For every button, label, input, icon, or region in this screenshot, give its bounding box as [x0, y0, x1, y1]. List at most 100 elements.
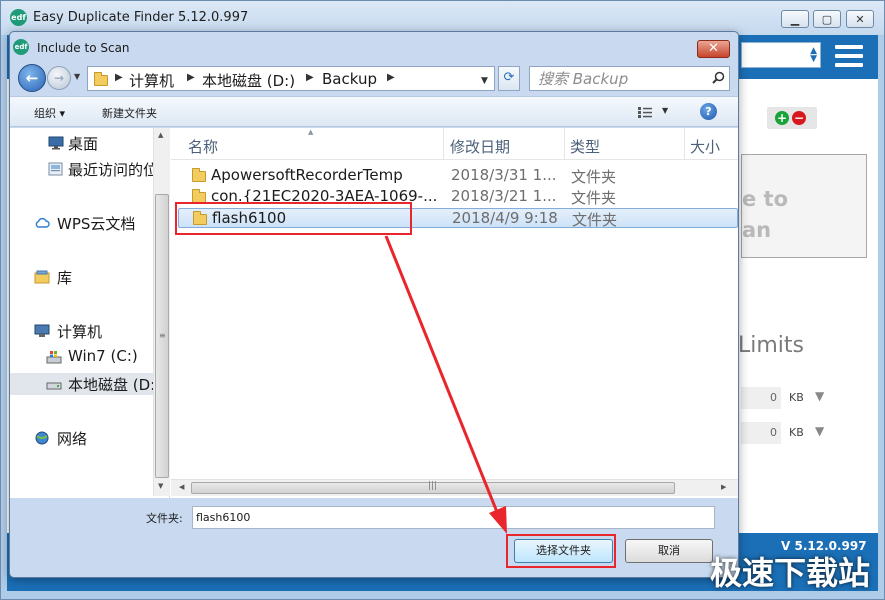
min-size-input[interactable]: 0 — [741, 387, 781, 409]
search-input[interactable] — [530, 67, 708, 90]
desktop-icon — [48, 136, 64, 150]
history-dropdown-icon[interactable]: ▼ — [74, 72, 80, 81]
remove-icon[interactable]: − — [792, 111, 806, 125]
max-size-input[interactable]: 0 — [741, 422, 781, 444]
scroll-down-icon[interactable]: ▼ — [158, 482, 163, 490]
max-size-row: 0 KB ▼ — [741, 422, 861, 444]
folder-field[interactable] — [192, 506, 715, 529]
min-size-row: 0 KB ▼ — [741, 387, 861, 409]
spinner-arrows-icon: ▲ ▼ — [810, 46, 817, 64]
app-maximize-button[interactable]: ▢ — [813, 10, 841, 28]
column-divider[interactable] — [443, 128, 444, 160]
nav-item-desktop[interactable]: 桌面 — [10, 132, 154, 154]
address-dropdown-icon[interactable]: ▼ — [481, 76, 488, 86]
drop-panel[interactable]: e to an — [741, 154, 867, 258]
view-dropdown-icon[interactable]: ▼ — [662, 106, 668, 115]
column-divider[interactable] — [564, 128, 565, 160]
grip-icon: ||| — [428, 481, 438, 491]
nav-item-drive-d[interactable]: 本地磁盘 (D:) — [10, 373, 154, 395]
grip-icon: ≡ — [159, 331, 166, 340]
computer-icon — [34, 324, 50, 337]
breadcrumb-separator-icon[interactable]: ▶ — [306, 72, 314, 83]
column-header-modified[interactable]: 修改日期 — [450, 136, 510, 157]
cloud-icon — [35, 217, 50, 228]
new-folder-button[interactable]: 新建文件夹 — [102, 105, 157, 121]
column-header-size[interactable]: 大小 — [690, 136, 720, 157]
nav-item-win7-c[interactable]: Win7 (C:) — [10, 346, 154, 368]
scroll-left-icon[interactable]: ◀ — [179, 483, 184, 491]
column-header-type[interactable]: 类型 — [570, 136, 600, 157]
dialog-titlebar: edf Include to Scan ✕ — [10, 32, 738, 62]
maximize-icon: ▢ — [821, 12, 833, 26]
file-type: 文件夹 — [572, 211, 618, 229]
highlight-selected-folder — [175, 202, 412, 235]
scroll-up-icon[interactable]: ▲ — [158, 131, 163, 139]
scroll-thumb[interactable]: ≡ — [155, 194, 169, 478]
app-minimize-button[interactable]: ▁ — [781, 10, 809, 28]
min-unit-dropdown-icon[interactable]: ▼ — [815, 389, 824, 403]
nav-item-label: 库 — [57, 269, 73, 287]
dialog-logo: edf — [13, 39, 29, 55]
nav-item-network[interactable]: 网络 — [10, 427, 154, 449]
add-remove-group: + − — [767, 107, 817, 129]
nav-item-label: WPS云文档 — [57, 215, 136, 233]
file-modified: 2018/3/31 1... — [451, 166, 557, 184]
nav-item-computer[interactable]: 计算机 — [10, 320, 154, 342]
column-header-name[interactable]: 名称 — [188, 136, 218, 157]
breadcrumb-separator-icon[interactable]: ▶ — [187, 72, 195, 83]
file-type: 文件夹 — [571, 189, 617, 207]
address-bar[interactable]: ▶ 计算机 ▶ 本地磁盘 (D:) ▶ Backup ▶ ▼ — [87, 66, 495, 91]
nav-item-label: 本地磁盘 (D:) — [68, 376, 154, 394]
add-icon[interactable]: + — [775, 111, 789, 125]
column-divider[interactable] — [684, 128, 685, 160]
app-logo: edf — [10, 9, 27, 26]
folder-icon — [192, 168, 206, 182]
nav-item-label: 网络 — [57, 430, 88, 448]
min-size-unit: KB — [789, 391, 804, 404]
max-unit-dropdown-icon[interactable]: ▼ — [815, 424, 824, 438]
organize-menu[interactable]: 组织 ▾ — [34, 105, 65, 121]
refresh-button[interactable]: ⟳ — [498, 66, 520, 91]
menu-icon[interactable] — [835, 45, 863, 67]
breadcrumb-computer[interactable]: 计算机 — [129, 70, 174, 91]
breadcrumb-drive-d[interactable]: 本地磁盘 (D:) — [202, 70, 295, 91]
nav-pane-scrollbar[interactable]: ▲ ≡ ▼ — [153, 128, 170, 496]
nav-item-label: 计算机 — [57, 323, 103, 341]
file-row[interactable]: ApowersoftRecorderTemp 2018/3/31 1... 文件… — [178, 166, 738, 186]
breadcrumb-backup[interactable]: Backup — [322, 70, 377, 88]
recent-places-icon — [48, 162, 63, 176]
app-title: Easy Duplicate Finder 5.12.0.997 — [33, 10, 249, 25]
command-toolbar: 组织 ▾ 新建文件夹 ▼ ? — [10, 96, 738, 127]
scroll-thumb[interactable]: ||| — [191, 481, 675, 494]
file-list-pane: ▲ 名称 修改日期 类型 大小 ApowersoftRecorderTemp 2… — [171, 128, 738, 498]
highlight-select-button — [506, 534, 616, 568]
dialog-close-button[interactable]: ✕ — [697, 40, 730, 58]
file-type: 文件夹 — [571, 168, 617, 186]
max-size-unit: KB — [789, 426, 804, 439]
breadcrumb-separator-icon[interactable]: ▶ — [115, 72, 123, 83]
nav-item-label: 最近访问的位置 — [68, 161, 154, 179]
nav-item-label: 桌面 — [68, 135, 99, 153]
search-icon[interactable] — [712, 71, 725, 84]
limits-heading: Limits — [738, 333, 804, 358]
navigation-bar: ← → ▼ ▶ 计算机 ▶ 本地磁盘 (D:) ▶ Backup ▶ ▼ ⟳ — [10, 62, 738, 95]
cancel-button[interactable]: 取消 — [625, 539, 713, 563]
nav-item-libraries[interactable]: 库 — [10, 266, 154, 288]
scroll-right-icon[interactable]: ▶ — [721, 483, 726, 491]
breadcrumb-separator-icon[interactable]: ▶ — [387, 72, 395, 83]
sort-ascending-icon: ▲ — [308, 128, 314, 136]
back-button[interactable]: ← — [18, 64, 46, 92]
close-icon: ✕ — [855, 12, 865, 26]
app-close-button[interactable]: ✕ — [846, 10, 874, 28]
file-list-scrollbar[interactable]: ◀ ||| ▶ — [171, 479, 738, 496]
dialog-content: 桌面 最近访问的位置 WPS云文档 库 计算机 Win7 (C:) — [10, 128, 738, 498]
view-options-icon[interactable] — [638, 107, 652, 118]
nav-item-wps-cloud[interactable]: WPS云文档 — [10, 212, 154, 234]
scan-mode-select[interactable]: ▲ ▼ — [741, 42, 821, 68]
file-modified: 2018/3/21 1... — [451, 187, 557, 205]
forward-button[interactable]: → — [47, 66, 71, 90]
help-icon[interactable]: ? — [700, 103, 717, 120]
nav-item-recent-places[interactable]: 最近访问的位置 — [10, 158, 154, 180]
refresh-icon: ⟳ — [503, 70, 515, 85]
file-modified: 2018/4/9 9:18 — [452, 209, 558, 227]
